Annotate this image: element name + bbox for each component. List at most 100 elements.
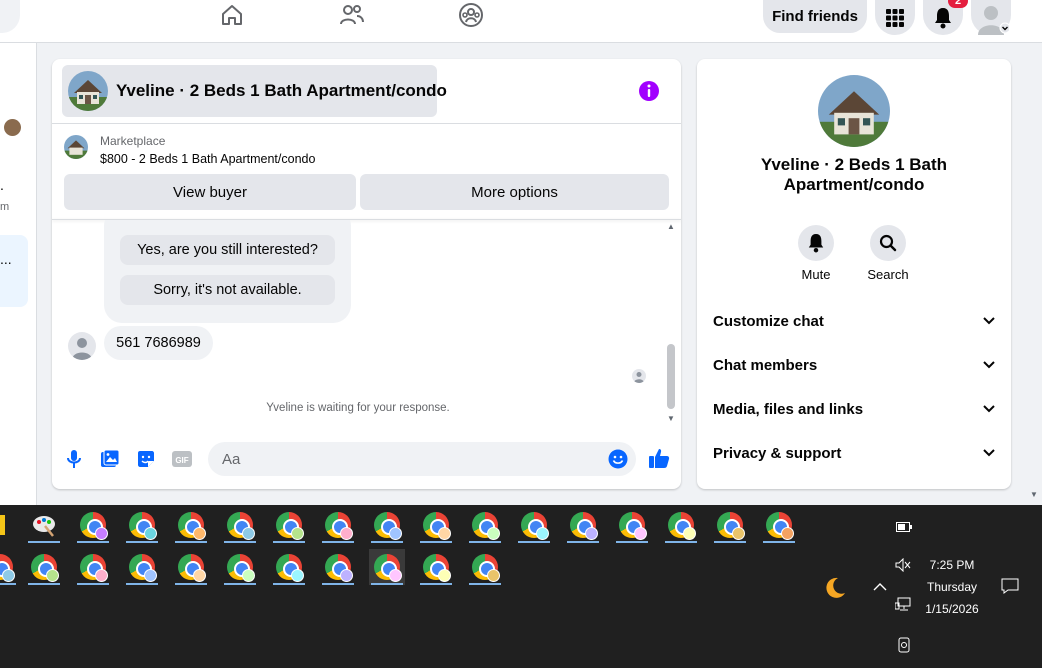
waiting-status: Yveline is waiting for your response. — [266, 402, 450, 414]
chrome-profile-icon[interactable] — [614, 507, 650, 543]
scroll-up-icon[interactable]: ▲ — [667, 222, 675, 231]
grid-icon — [886, 8, 904, 27]
listing-large-avatar[interactable] — [818, 75, 890, 147]
chrome-profile-icon[interactable] — [124, 549, 160, 585]
chrome-profile-icon[interactable] — [712, 507, 748, 543]
chrome-profile-icon[interactable] — [663, 507, 699, 543]
contact-avatar[interactable] — [4, 119, 21, 136]
chrome-profile-icon[interactable] — [271, 549, 307, 585]
chrome-profile-icon[interactable] — [516, 507, 552, 543]
chevron-down-icon — [983, 317, 995, 325]
chat-header-button[interactable]: Yveline · 2 Beds 1 Bath Apartment/condo — [62, 65, 447, 117]
groups-icon[interactable] — [458, 2, 484, 28]
chrome-profile-icon[interactable] — [320, 507, 356, 543]
search-icon — [879, 234, 897, 252]
row-label: Chat members — [713, 356, 818, 374]
chevron-up-icon[interactable] — [873, 579, 887, 595]
sticker-icon[interactable] — [136, 449, 156, 469]
svg-text:GIF: GIF — [175, 456, 188, 465]
page-scroll-down-icon[interactable]: ▼ — [1030, 490, 1038, 499]
emoji-icon[interactable] — [608, 449, 628, 469]
row-label: Media, files and links — [713, 400, 864, 418]
screen-capture-icon[interactable] — [897, 637, 911, 656]
chrome-profile-icon[interactable] — [173, 507, 209, 543]
chat-members-row[interactable]: Chat members — [697, 345, 1011, 385]
chrome-profile-icon[interactable] — [418, 507, 454, 543]
chrome-profile-icon[interactable] — [320, 549, 356, 585]
volume-muted-icon[interactable] — [895, 557, 911, 575]
search-label: Search — [867, 267, 909, 282]
friends-icon[interactable] — [339, 2, 365, 28]
chat-list-panel: . m ... — [0, 43, 37, 505]
chat-list-fragment: m — [0, 201, 10, 213]
message-input[interactable] — [208, 442, 636, 476]
chat-list-item-selected[interactable]: ... — [0, 235, 28, 307]
row-label: Privacy & support — [713, 444, 842, 462]
windows-taskbar: 7:25 PM Thursday 1/15/2026 — [0, 505, 1042, 668]
microphone-icon[interactable] — [64, 449, 84, 469]
chrome-profile-icon[interactable] — [761, 507, 797, 543]
chrome-profile-icon[interactable] — [0, 549, 18, 585]
chrome-profile-icon[interactable] — [418, 549, 454, 585]
chrome-profile-icon[interactable] — [369, 549, 405, 585]
listing-thumbnail[interactable] — [64, 135, 88, 159]
thumbs-up-icon[interactable] — [648, 447, 670, 469]
chevron-down-icon — [983, 361, 995, 369]
chrome-profile-icon[interactable] — [467, 507, 503, 543]
chevron-down-icon — [983, 449, 995, 457]
clock-time[interactable]: 7:25 PM — [922, 558, 982, 572]
message-thread: Yes, are you still interested? Sorry, it… — [52, 220, 664, 432]
menu-grid-button[interactable] — [875, 0, 915, 35]
search-button[interactable]: Search — [858, 225, 918, 282]
chat-list-fragment: ... — [0, 251, 12, 267]
marketplace-label: Marketplace — [100, 134, 166, 148]
chat-list-fragment: . — [0, 177, 4, 193]
profile-avatar-icon — [978, 5, 1009, 35]
mute-button[interactable]: Mute — [786, 225, 846, 282]
chat-title: Yveline · 2 Beds 1 Bath Apartment/condo — [116, 81, 447, 100]
chrome-profile-icon[interactable] — [173, 549, 209, 585]
chat-window: Yveline · 2 Beds 1 Bath Apartment/condo … — [52, 59, 681, 489]
photo-icon[interactable] — [100, 449, 120, 469]
chrome-profile-icon[interactable] — [75, 507, 111, 543]
quick-reply-not-available[interactable]: Sorry, it's not available. — [120, 275, 335, 305]
scroll-thumb[interactable] — [667, 344, 675, 409]
chrome-profile-icon[interactable] — [565, 507, 601, 543]
clock-date[interactable]: 1/15/2026 — [918, 602, 986, 616]
account-button[interactable] — [971, 0, 1011, 35]
notification-count-badge: 2 — [948, 0, 968, 8]
chrome-profile-icon[interactable] — [124, 507, 160, 543]
app-icon[interactable] — [0, 507, 18, 543]
home-icon[interactable] — [219, 2, 245, 28]
gif-icon[interactable]: GIF — [172, 449, 192, 469]
clock-day[interactable]: Thursday — [922, 580, 982, 594]
chrome-profile-icon[interactable] — [369, 507, 405, 543]
scroll-down-icon[interactable]: ▼ — [667, 414, 675, 423]
network-icon[interactable] — [894, 597, 913, 614]
chrome-profile-icon[interactable] — [26, 549, 62, 585]
battery-icon[interactable] — [896, 519, 912, 535]
more-options-button[interactable]: More options — [360, 174, 669, 210]
find-friends-button[interactable]: Find friends — [763, 0, 867, 33]
chrome-profile-icon[interactable] — [222, 549, 258, 585]
chrome-profile-icon[interactable] — [222, 507, 258, 543]
conversation-details-panel: Yveline · 2 Beds 1 Bath Apartment/condo … — [697, 59, 1011, 489]
info-icon[interactable] — [638, 80, 660, 102]
chrome-profile-icon[interactable] — [467, 549, 503, 585]
paint-app-icon[interactable] — [26, 507, 62, 543]
message-bubble[interactable]: 561 7686989 — [104, 326, 213, 360]
chevron-down-icon — [983, 405, 995, 413]
chrome-profile-icon[interactable] — [75, 549, 111, 585]
customize-chat-row[interactable]: Customize chat — [697, 301, 1011, 341]
search-pill-fragment[interactable] — [0, 0, 20, 33]
media-files-links-row[interactable]: Media, files and links — [697, 389, 1011, 429]
notification-center-icon[interactable] — [1001, 578, 1019, 597]
chrome-profile-icon[interactable] — [271, 507, 307, 543]
quick-reply-still-interested[interactable]: Yes, are you still interested? — [120, 235, 335, 265]
view-buyer-button[interactable]: View buyer — [64, 174, 356, 210]
privacy-support-row[interactable]: Privacy & support — [697, 433, 1011, 473]
moon-weather-icon[interactable] — [823, 576, 847, 606]
thread-scrollbar[interactable]: ▲ ▼ — [664, 222, 678, 424]
message-composer: GIF — [52, 437, 681, 482]
listing-price-title[interactable]: $800 - 2 Beds 1 Bath Apartment/condo — [100, 152, 315, 166]
